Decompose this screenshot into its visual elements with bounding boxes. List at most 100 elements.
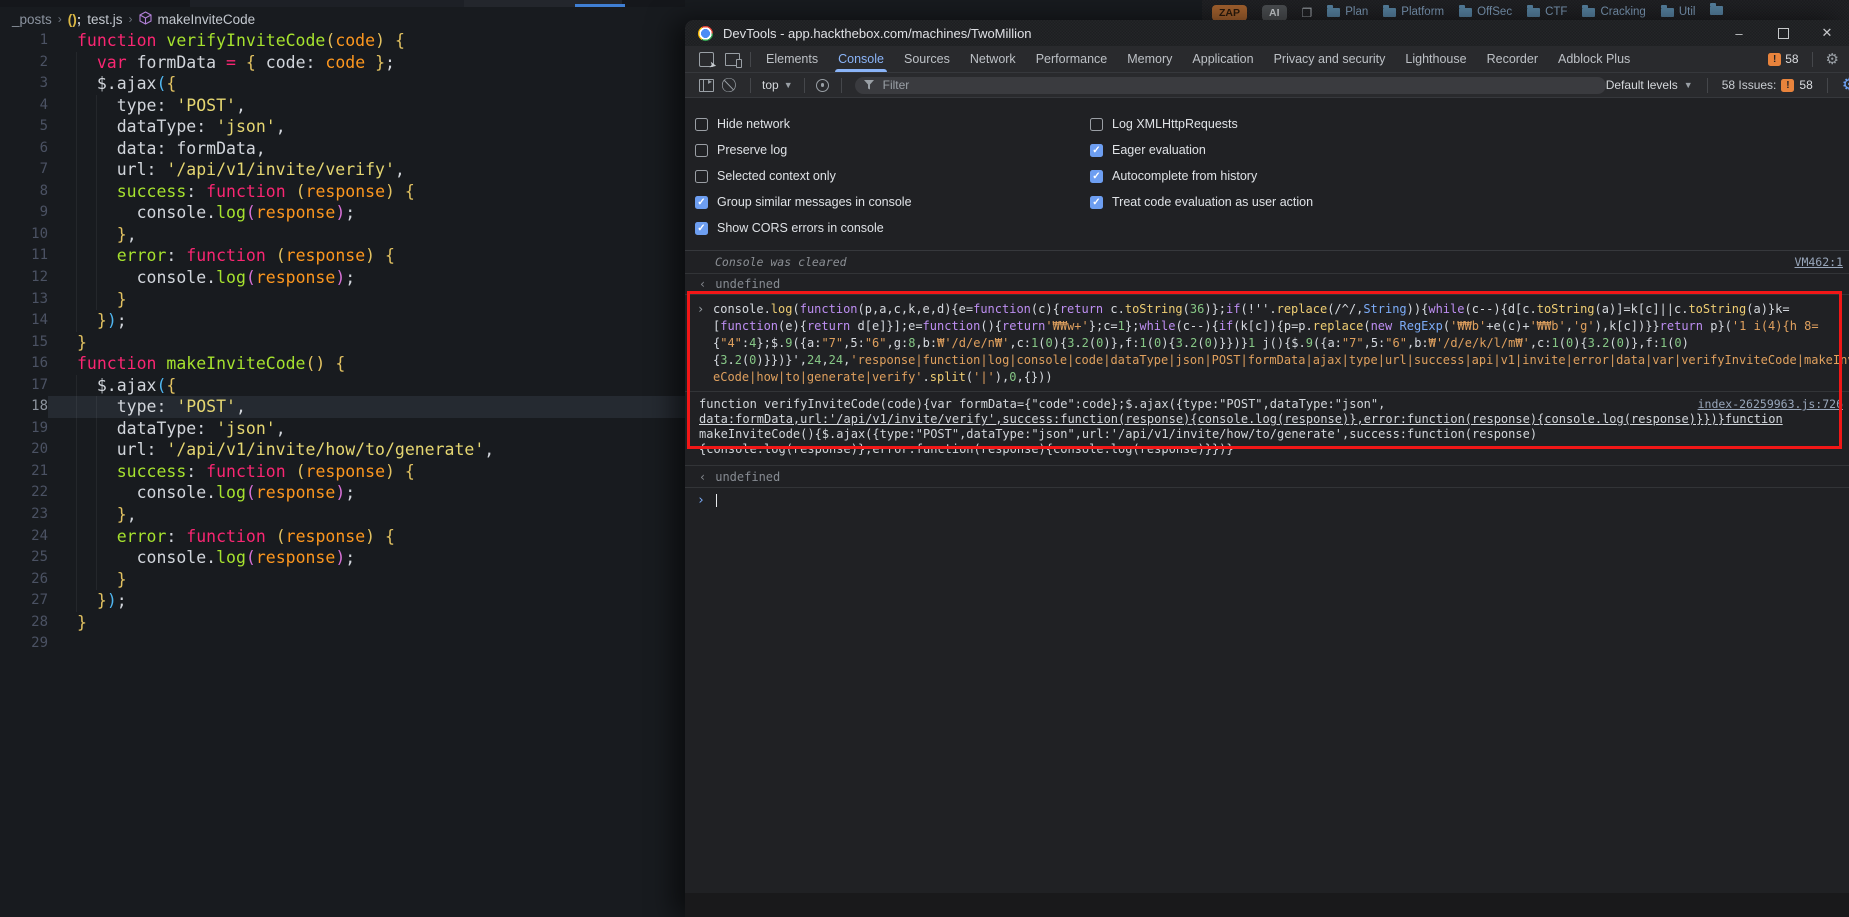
issues-count: 58 (1785, 52, 1798, 66)
console-result-row: ‹ undefined (685, 274, 1849, 295)
console-token: new (1371, 319, 1393, 333)
code-token: = (226, 53, 236, 72)
console-sidebar-button[interactable] (693, 79, 719, 92)
context-selector[interactable]: top ▼ (756, 78, 799, 92)
setting-show-cors-errors-in-console[interactable]: ✓Show CORS errors in console (695, 215, 912, 241)
clear-console-button[interactable]: ⃠ (719, 77, 745, 93)
console-token: . (923, 370, 930, 384)
checkbox-unchecked[interactable] (1090, 118, 1103, 131)
code-token: , (127, 505, 137, 524)
bookmark-folder-plan[interactable]: Plan (1327, 6, 1368, 18)
maximize-button[interactable] (1761, 20, 1805, 46)
console-token: function (973, 302, 1031, 316)
code-token: ; (345, 203, 355, 222)
tab-adblock-plus[interactable]: Adblock Plus (1548, 46, 1640, 72)
tab-elements[interactable]: Elements (756, 46, 828, 72)
line-number: 7 (0, 159, 48, 181)
line-number: 10 (0, 224, 48, 246)
checkbox-checked[interactable]: ✓ (695, 222, 708, 235)
bookmark-folder-ctf[interactable]: CTF (1527, 6, 1567, 18)
code-token: { (166, 74, 176, 93)
bookmark-zap[interactable]: ZAP (1212, 5, 1247, 20)
code-token: () (306, 354, 326, 373)
code-token: } (97, 591, 107, 610)
console-token: (p,a,c,k,e,d){e= (858, 302, 974, 316)
folder-icon (1661, 8, 1674, 17)
close-button[interactable]: ✕ (1805, 20, 1849, 46)
console-message-line: {"4":4};$.9({a:"7",5:"6",g:8,b:₩'/d/e/n₩… (713, 335, 1849, 352)
checkbox-checked[interactable]: ✓ (1090, 196, 1103, 209)
source-link[interactable]: VM462:1 (1795, 255, 1843, 269)
tab-sources[interactable]: Sources (894, 46, 960, 72)
checkbox-checked[interactable]: ✓ (1090, 170, 1103, 183)
bookmark-folder-cracking[interactable]: Cracking (1582, 6, 1645, 18)
filter-field[interactable] (855, 77, 1606, 94)
tab-groups-icon[interactable]: ❐ (1302, 6, 1313, 20)
live-expression-button[interactable] (810, 79, 836, 92)
breadcrumb-folder[interactable]: _posts (12, 12, 52, 27)
settings-column-left: Hide networkPreserve logSelected context… (695, 111, 912, 241)
folder-icon (1459, 8, 1472, 17)
bookmark-folder[interactable] (1710, 6, 1728, 15)
checkbox-unchecked[interactable] (695, 118, 708, 131)
breadcrumb-file[interactable]: test.js (87, 12, 122, 27)
bookmark-folder-offsec[interactable]: OffSec (1459, 6, 1512, 18)
tab-application[interactable]: Application (1182, 46, 1263, 72)
tab-privacy-and-security[interactable]: Privacy and security (1264, 46, 1396, 72)
code-token: { (166, 376, 176, 395)
code-token: ; (385, 53, 395, 72)
bookmark-folder-util[interactable]: Util (1661, 6, 1696, 18)
tab-memory[interactable]: Memory (1117, 46, 1182, 72)
inspect-icon (699, 52, 714, 67)
console-echo-message: › console.log(function(p,a,c,k,e,d){e=fu… (685, 295, 1849, 388)
setting-selected-context-only[interactable]: Selected context only (695, 163, 912, 189)
bookmark-ai[interactable]: AI (1262, 5, 1287, 20)
code-token: response (286, 527, 365, 546)
console-token: replace (1277, 302, 1328, 316)
settings-gear-icon[interactable]: ⚙ (1826, 50, 1839, 68)
bookmark-folder-platform[interactable]: Platform (1383, 6, 1444, 18)
setting-group-similar-messages-in-console[interactable]: ✓Group similar messages in console (695, 189, 912, 215)
console-token: ( (792, 302, 799, 316)
code-token: dataType: (77, 419, 216, 438)
setting-log-xmlhttprequests[interactable]: Log XMLHttpRequests (1090, 111, 1313, 137)
log-levels-dropdown[interactable]: Default levels ▼ (1606, 78, 1693, 92)
checkbox-checked[interactable]: ✓ (1090, 144, 1103, 157)
minimize-button[interactable]: – (1717, 20, 1761, 46)
setting-hide-network[interactable]: Hide network (695, 111, 912, 137)
editor-tab[interactable] (190, 0, 464, 7)
line-number: 12 (0, 267, 48, 289)
folder-icon (1327, 8, 1340, 17)
checkbox-checked[interactable]: ✓ (695, 196, 708, 209)
tab-lighthouse[interactable]: Lighthouse (1395, 46, 1476, 72)
tab-performance[interactable]: Performance (1026, 46, 1118, 72)
tab-console[interactable]: Console (828, 46, 894, 72)
tab-recorder[interactable]: Recorder (1477, 46, 1548, 72)
setting-treat-code-evaluation-as-user-action[interactable]: ✓Treat code evaluation as user action (1090, 189, 1313, 215)
setting-preserve-log[interactable]: Preserve log (695, 137, 912, 163)
checkbox-unchecked[interactable] (695, 170, 708, 183)
device-toolbar-button[interactable] (719, 46, 745, 72)
console-token: '₩₩w+' (1045, 319, 1088, 333)
setting-autocomplete-from-history[interactable]: ✓Autocomplete from history (1090, 163, 1313, 189)
line-number: 20 (0, 439, 48, 461)
filter-input[interactable] (881, 77, 1597, 93)
code-token: console. (77, 548, 216, 567)
inspect-element-button[interactable] (693, 46, 719, 72)
divider (750, 78, 751, 93)
code-token: : (186, 182, 206, 201)
code-token: ; (345, 548, 355, 567)
code-token: , (276, 117, 286, 136)
issues-counter[interactable]: 58 Issues: ! 58 (1722, 78, 1813, 92)
console-prompt[interactable]: › (685, 488, 1849, 512)
source-link[interactable]: index-26259963.js:726 (1692, 397, 1843, 411)
code-token: ( (156, 376, 166, 395)
tab-network[interactable]: Network (960, 46, 1026, 72)
breadcrumb-symbol[interactable]: makeInviteCode (158, 12, 256, 27)
code-token: success (117, 182, 187, 201)
checkbox-unchecked[interactable] (695, 144, 708, 157)
console-token: return (1060, 302, 1103, 316)
issues-badge[interactable]: ! 58 (1768, 52, 1798, 66)
setting-eager-evaluation[interactable]: ✓Eager evaluation (1090, 137, 1313, 163)
extension-gear-icon[interactable]: ⚙ (1842, 75, 1849, 95)
